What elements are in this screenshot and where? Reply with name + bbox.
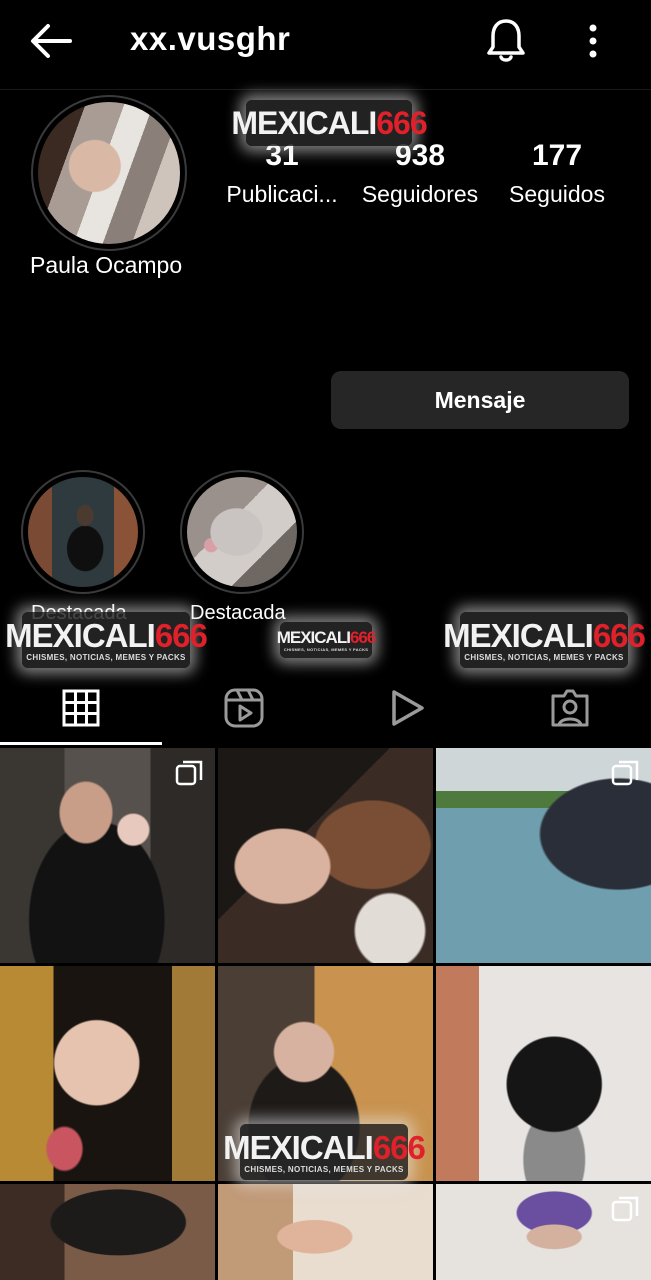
highlight-ring [21, 470, 145, 594]
tab-posts-grid[interactable] [0, 672, 162, 744]
multiple-photos-icon [611, 1196, 639, 1222]
message-button[interactable]: Mensaje [331, 371, 629, 429]
tab-tagged[interactable] [489, 672, 651, 744]
watermark-number: 666 [154, 616, 208, 654]
watermark-logo: MEXICALI666 CHISMES, NOTICIAS, MEMES Y P… [443, 612, 646, 668]
watermark-brand: MEXICALI [231, 105, 377, 141]
grid-icon [62, 689, 100, 727]
watermark-brand: MEXICALI [276, 627, 351, 647]
watermark-logo: MEXICALI666 [231, 100, 428, 146]
highlight-cover [28, 477, 138, 587]
bell-icon [487, 19, 525, 62]
more-vertical-icon [589, 24, 597, 58]
display-name: Paula Ocampo [30, 252, 183, 278]
watermark-brand: MEXICALI [223, 1128, 374, 1166]
tab-videos[interactable] [326, 672, 488, 744]
following-count: 177 [531, 139, 583, 172]
stat-following[interactable]: 177 Seguidos [500, 140, 614, 208]
tagged-user-icon [551, 689, 589, 727]
notifications-button[interactable] [484, 16, 528, 64]
watermark-logo: MEXICALI666 CHISMES, NOTICIAS, MEMES Y P… [223, 1124, 426, 1180]
watermark-tagline: CHISMES, NOTICIAS, MEMES Y PACKS [464, 652, 624, 662]
reels-icon [224, 688, 264, 728]
watermark-number: 666 [349, 627, 376, 647]
tab-reels[interactable] [163, 672, 325, 744]
post-thumbnail[interactable] [218, 748, 433, 963]
avatar-photo [38, 102, 180, 244]
post-thumbnail[interactable] [436, 1184, 651, 1280]
posts-label: Publicaci... [226, 181, 338, 207]
highlight-cover [187, 477, 297, 587]
highlight-item[interactable]: Destacada [180, 470, 304, 624]
post-thumbnail[interactable] [436, 966, 651, 1181]
watermark-tagline: CHISMES, NOTICIAS, MEMES Y PACKS [26, 652, 186, 662]
profile-avatar[interactable] [31, 95, 187, 251]
profile-tabs [0, 672, 651, 746]
highlight-ring [180, 470, 304, 594]
more-options-button[interactable] [578, 20, 608, 62]
highlight-item[interactable]: Destacada [21, 470, 145, 624]
multiple-photos-icon [611, 760, 639, 786]
post-thumbnail[interactable] [218, 1184, 433, 1280]
multiple-photos-icon [175, 760, 203, 786]
stat-followers[interactable]: 938 Seguidores [354, 140, 486, 208]
following-label: Seguidos [509, 181, 605, 207]
post-thumbnail[interactable] [0, 966, 215, 1181]
watermark-logo: MEXICALI666 CHISMES, NOTICIAS, MEMES Y P… [276, 622, 376, 658]
followers-label: Seguidores [361, 181, 479, 207]
play-icon [392, 690, 424, 726]
watermark-tagline: CHISMES, NOTICIAS, MEMES Y PACKS [283, 646, 369, 652]
watermark-brand: MEXICALI [443, 616, 594, 654]
watermark-number: 666 [592, 616, 646, 654]
watermark-logo: MEXICALI666 CHISMES, NOTICIAS, MEMES Y P… [5, 612, 208, 668]
watermark-number: 666 [376, 105, 427, 141]
back-button[interactable] [28, 20, 74, 62]
post-thumbnail[interactable] [436, 748, 651, 963]
stat-posts[interactable]: 31 Publicaci... [222, 140, 342, 208]
post-thumbnail[interactable] [0, 748, 215, 963]
profile-username: xx.vusghr [130, 20, 291, 57]
active-tab-indicator [0, 742, 162, 745]
arrow-left-icon [31, 24, 72, 58]
top-bar: xx.vusghr [0, 0, 651, 90]
watermark-number: 666 [372, 1128, 426, 1166]
post-thumbnail[interactable] [0, 1184, 215, 1280]
watermark-brand: MEXICALI [5, 616, 156, 654]
watermark-tagline: CHISMES, NOTICIAS, MEMES Y PACKS [244, 1164, 404, 1174]
